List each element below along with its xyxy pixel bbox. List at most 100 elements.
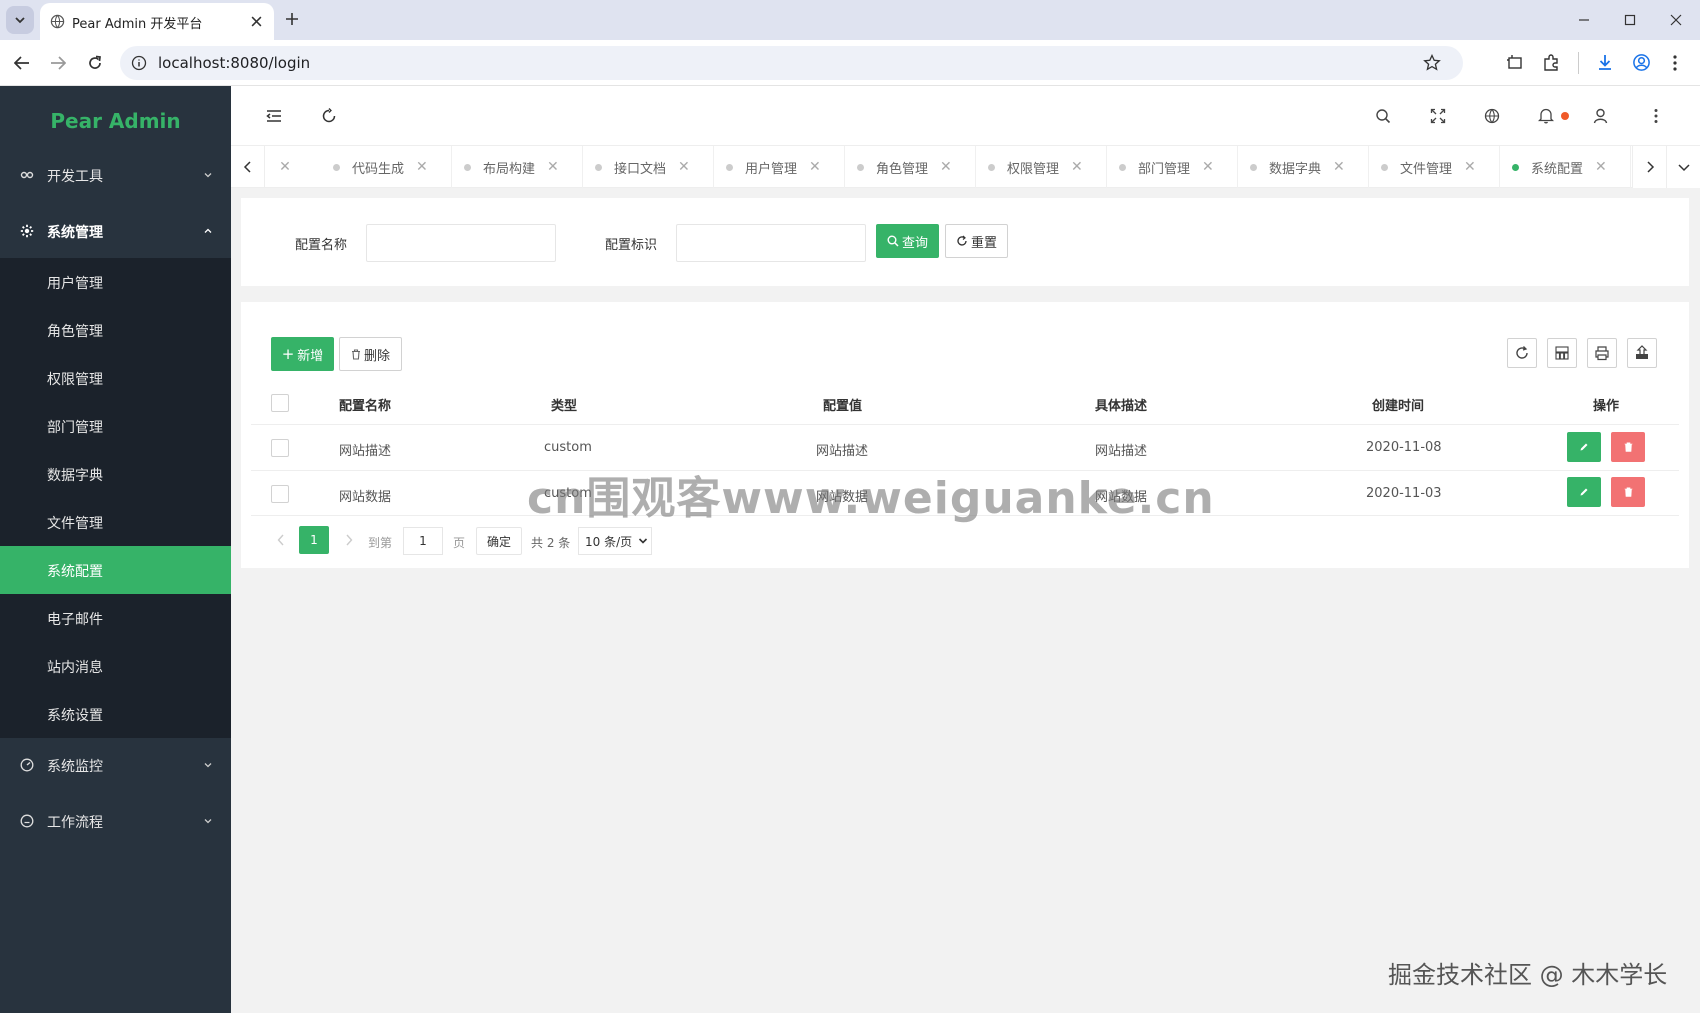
bookmark-star-icon[interactable] bbox=[1423, 54, 1441, 72]
refresh-icon[interactable] bbox=[321, 108, 337, 124]
config-code-input[interactable] bbox=[676, 224, 866, 262]
tab-permission-management[interactable]: 权限管理 ✕ bbox=[976, 146, 1107, 188]
top-header bbox=[231, 86, 1700, 146]
tab-system-config[interactable]: 系统配置 ✕ bbox=[1500, 146, 1631, 188]
notification-bell-icon[interactable] bbox=[1538, 107, 1554, 124]
tab-label: 用户管理 bbox=[745, 161, 798, 177]
tab-role-management[interactable]: 角色管理 ✕ bbox=[845, 146, 976, 188]
column-header-name: 配置名称 bbox=[339, 399, 392, 414]
tab-close-icon[interactable]: ✕ bbox=[416, 159, 428, 175]
tab-user-management[interactable]: 用户管理 ✕ bbox=[714, 146, 845, 188]
column-filter-button[interactable] bbox=[1547, 338, 1577, 368]
page-tabs-bar: ✕ 代码生成 ✕ 布局构建 ✕ 接口文档 ✕ 用户管理 ✕ 角色管理 ✕ 权限管理 ✕ 部门… bbox=[231, 146, 1700, 188]
close-tab-icon[interactable] bbox=[251, 16, 262, 27]
tab-close-icon[interactable]: ✕ bbox=[1464, 159, 1476, 175]
home-tab-close-icon[interactable]: ✕ bbox=[265, 146, 305, 188]
tab-close-icon[interactable]: ✕ bbox=[809, 159, 821, 175]
edit-button[interactable] bbox=[1567, 432, 1601, 462]
row-checkbox[interactable] bbox=[271, 485, 289, 503]
maximize-icon[interactable] bbox=[1624, 14, 1636, 26]
browser-tab-title: Pear Admin 开发平台 bbox=[72, 17, 203, 32]
tabs-scroll-left-button[interactable] bbox=[231, 146, 265, 188]
menu-group-workflow[interactable]: 工作流程 bbox=[0, 794, 231, 850]
query-button[interactable]: 查询 bbox=[876, 224, 939, 258]
address-bar[interactable]: localhost:8080/login bbox=[120, 46, 1463, 80]
tab-close-icon[interactable]: ✕ bbox=[1071, 159, 1083, 175]
more-vertical-icon[interactable] bbox=[1653, 108, 1659, 124]
search-icon[interactable] bbox=[1375, 108, 1391, 124]
browser-menu-icon[interactable] bbox=[1672, 54, 1678, 72]
goto-confirm-button[interactable]: 确定 bbox=[476, 527, 522, 555]
tab-data-dictionary[interactable]: 数据字典 ✕ bbox=[1238, 146, 1369, 188]
tab-close-icon[interactable]: ✕ bbox=[940, 159, 952, 175]
tab-close-icon[interactable]: ✕ bbox=[547, 159, 559, 175]
reset-button[interactable]: 重置 bbox=[945, 224, 1008, 258]
tab-close-icon[interactable]: ✕ bbox=[1333, 159, 1345, 175]
prev-page-icon[interactable] bbox=[277, 534, 285, 546]
extensions-puzzle-icon[interactable] bbox=[1542, 54, 1560, 72]
tab-layout-builder[interactable]: 布局构建 ✕ bbox=[452, 146, 583, 188]
tab-close-icon[interactable]: ✕ bbox=[1202, 159, 1214, 175]
row-checkbox[interactable] bbox=[271, 439, 289, 457]
fullscreen-icon[interactable] bbox=[1430, 108, 1446, 124]
sidebar-item-data-dictionary[interactable]: 数据字典 bbox=[0, 450, 231, 498]
menu-group-system-management[interactable]: 系统管理 bbox=[0, 204, 231, 260]
sidebar-item-user-management[interactable]: 用户管理 bbox=[0, 258, 231, 306]
current-page-button[interactable]: 1 bbox=[299, 526, 329, 554]
tab-api-docs[interactable]: 接口文档 ✕ bbox=[583, 146, 714, 188]
language-globe-icon[interactable] bbox=[1484, 108, 1500, 124]
sidebar-item-system-settings[interactable]: 系统设置 bbox=[0, 690, 231, 738]
menu-group-system-monitor[interactable]: 系统监控 bbox=[0, 738, 231, 794]
forward-arrow-icon[interactable] bbox=[50, 56, 66, 70]
chevron-up-icon bbox=[204, 228, 212, 233]
cast-media-icon[interactable] bbox=[1506, 54, 1524, 72]
add-button[interactable]: + 新增 bbox=[271, 337, 334, 371]
app-logo[interactable]: Pear Admin bbox=[0, 86, 231, 156]
delete-row-button[interactable] bbox=[1611, 432, 1645, 462]
config-name-input[interactable] bbox=[366, 224, 556, 262]
goto-page-input[interactable] bbox=[403, 527, 443, 555]
page-size-select[interactable]: 10 条/页 bbox=[578, 527, 652, 555]
select-all-checkbox[interactable] bbox=[271, 394, 289, 412]
config-code-label: 配置标识 bbox=[605, 238, 658, 253]
download-icon[interactable] bbox=[1596, 53, 1614, 71]
next-page-icon[interactable] bbox=[345, 534, 353, 546]
sidebar-item-system-config[interactable]: 系统配置 bbox=[0, 546, 231, 594]
browser-tab[interactable]: Pear Admin 开发平台 bbox=[40, 3, 274, 40]
delete-row-button[interactable] bbox=[1611, 477, 1645, 507]
user-icon[interactable] bbox=[1593, 108, 1608, 124]
tab-file-management[interactable]: 文件管理 ✕ bbox=[1369, 146, 1500, 188]
collapse-menu-icon[interactable] bbox=[266, 109, 282, 123]
tabs-dropdown-button[interactable] bbox=[1666, 146, 1700, 188]
sidebar-item-role-management[interactable]: 角色管理 bbox=[0, 306, 231, 354]
print-button[interactable] bbox=[1587, 338, 1617, 368]
sidebar-item-file-management[interactable]: 文件管理 bbox=[0, 498, 231, 546]
new-tab-icon[interactable] bbox=[285, 12, 299, 26]
chevron-down-icon bbox=[1677, 164, 1690, 172]
search-icon bbox=[887, 235, 899, 247]
back-arrow-icon[interactable] bbox=[14, 56, 30, 70]
tabs-scroll-right-button[interactable] bbox=[1632, 146, 1666, 188]
minimize-icon[interactable] bbox=[1578, 14, 1590, 26]
search-form-card: 配置名称 配置标识 查询 重置 bbox=[241, 198, 1689, 286]
tab-search-chevron-icon[interactable] bbox=[6, 6, 34, 34]
profile-icon[interactable] bbox=[1632, 53, 1651, 72]
site-info-icon[interactable] bbox=[131, 55, 147, 71]
tab-close-icon[interactable]: ✕ bbox=[678, 159, 690, 175]
sidebar-item-department-management[interactable]: 部门管理 bbox=[0, 402, 231, 450]
sidebar-item-site-messages[interactable]: 站内消息 bbox=[0, 642, 231, 690]
export-button[interactable] bbox=[1627, 338, 1657, 368]
tab-code-generation[interactable]: 代码生成 ✕ bbox=[321, 146, 452, 188]
edit-button[interactable] bbox=[1567, 477, 1601, 507]
tab-department-management[interactable]: 部门管理 ✕ bbox=[1107, 146, 1238, 188]
chevron-down-icon bbox=[204, 763, 212, 768]
tab-close-icon[interactable]: ✕ bbox=[1595, 159, 1607, 175]
sidebar-item-label: 权限管理 bbox=[47, 372, 103, 388]
sidebar-item-email[interactable]: 电子邮件 bbox=[0, 594, 231, 642]
menu-group-dev-tools[interactable]: 开发工具 bbox=[0, 148, 231, 204]
reload-icon[interactable] bbox=[87, 55, 103, 71]
sidebar-item-permission-management[interactable]: 权限管理 bbox=[0, 354, 231, 402]
table-refresh-button[interactable] bbox=[1507, 338, 1537, 368]
close-window-icon[interactable] bbox=[1670, 14, 1682, 26]
delete-button[interactable]: 删除 bbox=[339, 337, 402, 371]
